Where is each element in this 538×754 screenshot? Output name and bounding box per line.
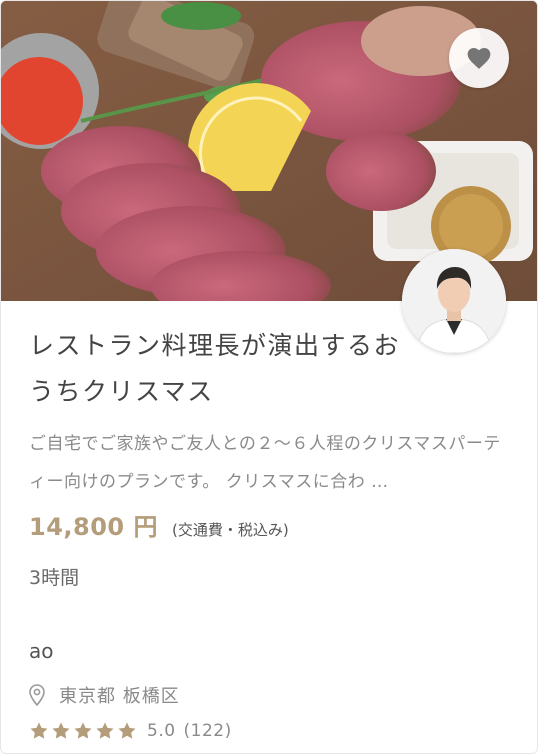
rating-row: 5.0 (122) (29, 721, 232, 741)
host-photo-illustration (402, 249, 506, 353)
listing-description: ご自宅でご家族やご友人との２〜６人程のクリスマスパーティー向けのプランです。 ク… (29, 434, 501, 492)
location-row: 東京都 板橋区 (29, 682, 180, 708)
star-icon (96, 722, 114, 739)
location-text: 東京都 板橋区 (59, 686, 180, 707)
host-name[interactable]: ao (29, 639, 54, 663)
favorite-button[interactable] (449, 28, 509, 88)
duration: 3時間 (29, 567, 80, 589)
listing-card[interactable]: レストラン料理長が演出するおうちクリスマス ご自宅でご家族やご友人との２〜６人程… (0, 0, 538, 754)
star-icon (74, 722, 92, 739)
review-count[interactable]: (122) (184, 721, 232, 741)
price-row: 14,800 円 (交通費・税込み) (29, 507, 289, 542)
star-icon (30, 722, 48, 739)
price-note: (交通費・税込み) (171, 521, 289, 539)
listing-title[interactable]: レストラン料理長が演出するおうちクリスマス (29, 323, 409, 415)
rating-stars (29, 721, 137, 741)
star-icon (118, 722, 136, 739)
rating-value: 5.0 (147, 721, 176, 741)
host-avatar[interactable] (402, 249, 506, 353)
price: 14,800 円 (29, 513, 158, 541)
star-icon (52, 722, 70, 739)
heart-icon (467, 48, 491, 69)
location-pin-icon (29, 684, 45, 706)
